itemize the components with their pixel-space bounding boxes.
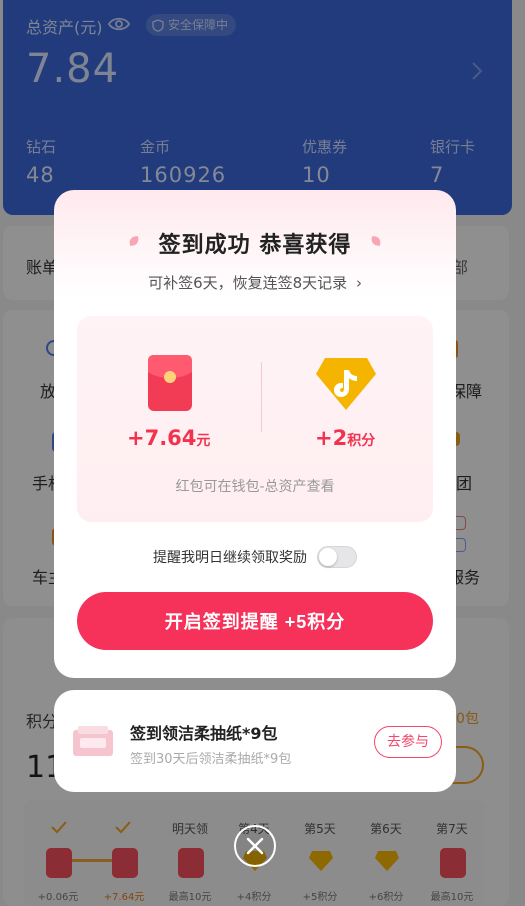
cash-reward-amount: +7.64 <box>127 426 197 450</box>
close-icon <box>246 837 264 855</box>
divider <box>261 362 262 432</box>
reminder-row: 提醒我明日继续领取奖励 <box>54 546 456 568</box>
reward-note: 红包可在钱包-总资产查看 <box>175 479 335 495</box>
reward-box: +7.64元 +2积分 红包可在钱包-总资产查看 <box>77 316 433 522</box>
modal-title: 签到成功 恭喜获得 <box>158 233 352 258</box>
makeup-checkin-text: 可补签6天，恢复连签8天记录 <box>148 274 348 292</box>
reminder-label: 提醒我明日继续领取奖励 <box>153 550 307 566</box>
points-reward-unit: 积分 <box>347 433 376 449</box>
close-button[interactable] <box>234 825 276 867</box>
chevron-right-icon: › <box>355 274 362 292</box>
promo-subtitle: 签到30天后领洁柔抽纸*9包 <box>130 752 292 767</box>
checkin-success-modal: 签到成功 恭喜获得 可补签6天，恢复连签8天记录 › +7.64元 +2积分 红… <box>54 190 456 678</box>
points-reward-amount: +2 <box>315 426 348 450</box>
cash-reward: +7.64元 <box>127 426 210 450</box>
petal-icon <box>371 236 381 246</box>
join-button[interactable]: 去参与 <box>374 726 442 758</box>
promo-title: 签到领洁柔抽纸*9包 <box>130 724 278 743</box>
cash-reward-unit: 元 <box>196 433 211 449</box>
points-reward: +2积分 <box>315 426 375 450</box>
makeup-checkin-link[interactable]: 可补签6天，恢复连签8天记录 › <box>54 272 456 293</box>
tiktok-points-icon <box>316 358 376 410</box>
promo-card[interactable]: 签到领洁柔抽纸*9包 签到30天后领洁柔抽纸*9包 去参与 <box>54 690 456 792</box>
red-envelope-icon <box>148 355 192 411</box>
tissue-pack-icon <box>73 726 113 756</box>
enable-reminder-button[interactable]: 开启签到提醒 +5积分 <box>77 592 433 650</box>
reminder-toggle[interactable] <box>317 546 357 568</box>
toggle-knob <box>319 548 337 566</box>
